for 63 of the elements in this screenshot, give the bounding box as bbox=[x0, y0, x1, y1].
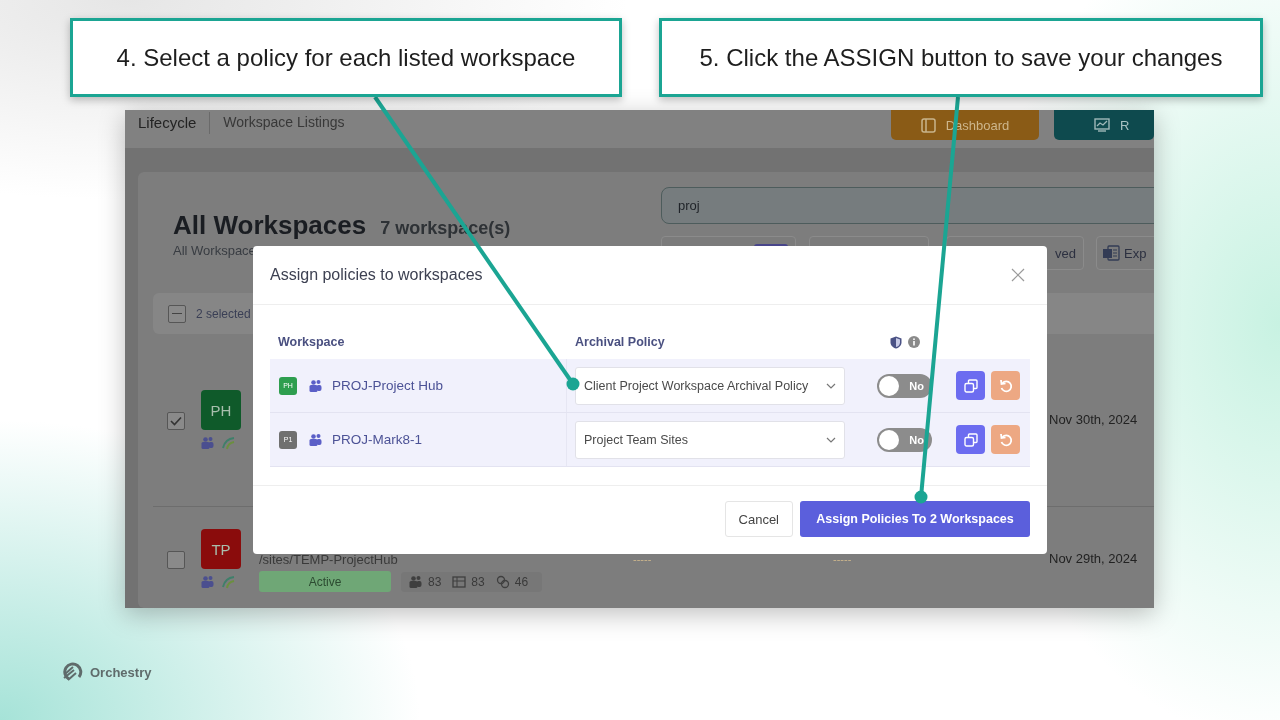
logo-text: Orchestry bbox=[90, 664, 152, 680]
count-text: 83 bbox=[471, 574, 485, 589]
workspace-avatar: PH bbox=[201, 390, 241, 430]
check-icon bbox=[170, 416, 182, 426]
toggle-switch[interactable]: No bbox=[877, 427, 932, 452]
status-badge: Active bbox=[259, 571, 391, 592]
dialog-title: Assign policies to workspaces bbox=[270, 266, 483, 284]
copy-button[interactable] bbox=[956, 371, 985, 400]
info-icon bbox=[908, 336, 920, 348]
row-checkbox[interactable] bbox=[167, 551, 185, 569]
shield-icon bbox=[890, 335, 902, 349]
undo-icon bbox=[998, 432, 1013, 447]
teams-icon bbox=[201, 436, 215, 449]
policy-dropdown[interactable]: Project Team Sites bbox=[575, 420, 845, 459]
copy-icon bbox=[963, 432, 978, 447]
selection-label: 2 selected bbox=[196, 306, 251, 321]
teams-icon bbox=[201, 575, 215, 588]
circles-icon bbox=[495, 574, 510, 589]
undo-button[interactable] bbox=[991, 371, 1020, 400]
toggle-switch[interactable]: No bbox=[877, 373, 932, 398]
undo-icon bbox=[998, 378, 1013, 393]
callout: 5. Click the ASSIGN button to save your changes bbox=[659, 18, 1263, 97]
swirl-icon bbox=[221, 575, 235, 589]
close-icon[interactable] bbox=[1011, 268, 1025, 282]
copy-icon bbox=[963, 378, 978, 393]
cancel-button[interactable]: Cancel bbox=[724, 501, 793, 537]
column-header: Archival Policy bbox=[574, 335, 666, 349]
callout: 4. Select a policy for each listed workspace bbox=[70, 18, 622, 97]
column-header: Workspace bbox=[277, 335, 346, 349]
teams-icon bbox=[309, 379, 322, 392]
count-text: 46 bbox=[514, 574, 529, 589]
copy-button[interactable] bbox=[956, 425, 985, 454]
assign-button[interactable]: Assign Policies To 2 Workspaces bbox=[800, 501, 1030, 537]
spreadsheet-icon bbox=[1102, 244, 1120, 262]
swirl-icon bbox=[221, 436, 235, 450]
site-path: /sites/TEMP-ProjectHub bbox=[259, 552, 399, 568]
row-checkbox[interactable] bbox=[167, 412, 185, 430]
reports-button[interactable]: R bbox=[1054, 110, 1154, 140]
workspace-name[interactable]: PROJ-Mark8-1 bbox=[332, 432, 422, 447]
square-icon bbox=[920, 117, 936, 133]
chevron-icon bbox=[826, 436, 836, 443]
select-all-checkbox[interactable] bbox=[168, 304, 186, 323]
workspace-avatar: TP bbox=[201, 529, 241, 569]
breadcrumb-item[interactable]: Lifecycle bbox=[138, 115, 197, 131]
empty-value: ----- bbox=[633, 553, 652, 565]
empty-value: ----- bbox=[833, 553, 852, 565]
breadcrumb-item[interactable]: Workspace Listings bbox=[223, 114, 345, 130]
grid-icon bbox=[452, 574, 467, 589]
people-icon bbox=[409, 574, 423, 589]
chevron-icon bbox=[826, 382, 836, 389]
undo-button[interactable] bbox=[991, 425, 1020, 454]
chart-icon bbox=[1094, 118, 1110, 132]
page-title: All Workspaces bbox=[173, 210, 367, 241]
workspace-name[interactable]: PROJ-Project Hub bbox=[332, 378, 444, 393]
logo-icon bbox=[62, 662, 84, 682]
search-field[interactable]: proj bbox=[661, 187, 1154, 224]
date-text: Nov 29th, 2024 bbox=[1049, 551, 1139, 566]
date-text: Nov 30th, 2024 bbox=[1049, 412, 1139, 427]
policy-dropdown[interactable]: Client Project Workspace Archival Policy bbox=[575, 366, 845, 405]
count-text: 83 bbox=[428, 574, 442, 589]
page-subtitle: All Workspace bbox=[173, 243, 257, 258]
filter-button[interactable]: Exp bbox=[1096, 236, 1154, 270]
teams-icon bbox=[309, 433, 322, 446]
